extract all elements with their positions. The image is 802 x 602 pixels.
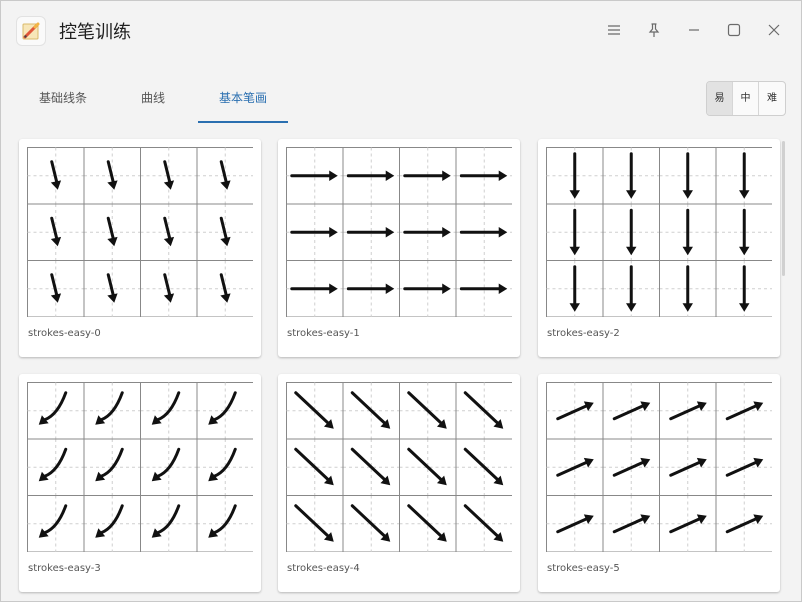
card-label: strokes-easy-0 xyxy=(28,328,101,339)
tab-basic-strokes[interactable]: 基本笔画 xyxy=(198,79,288,123)
difficulty-toggle: 易 中 难 xyxy=(706,81,786,116)
tab-curves[interactable]: 曲线 xyxy=(115,79,191,123)
card-label: strokes-easy-4 xyxy=(287,563,360,574)
stroke-preview xyxy=(546,382,772,552)
practice-card[interactable]: strokes-easy-1 xyxy=(278,139,520,357)
pin-icon xyxy=(648,23,660,37)
card-label: strokes-easy-3 xyxy=(28,563,101,574)
stroke-preview xyxy=(27,382,253,552)
practice-card[interactable]: strokes-easy-0 xyxy=(19,139,261,357)
menu-button[interactable] xyxy=(598,15,630,45)
difficulty-hard-button[interactable]: 难 xyxy=(759,82,785,115)
practice-card[interactable]: strokes-easy-5 xyxy=(538,374,780,592)
minimize-button[interactable] xyxy=(678,15,710,45)
app-window: 控笔训练 基础线条 曲线 基本笔画 易 中 难 strokes-easy-0 s… xyxy=(0,0,802,602)
pin-button[interactable] xyxy=(638,15,670,45)
title-bar: 控笔训练 xyxy=(1,1,801,61)
pencil-paper-icon xyxy=(17,17,45,45)
tab-basic-lines[interactable]: 基础线条 xyxy=(19,79,107,123)
stroke-preview xyxy=(286,147,512,317)
difficulty-medium-button[interactable]: 中 xyxy=(733,82,759,115)
maximize-button[interactable] xyxy=(718,15,750,45)
practice-sheet-grid: strokes-easy-0 strokes-easy-1 strokes-ea… xyxy=(1,123,791,601)
card-label: strokes-easy-2 xyxy=(547,328,620,339)
stroke-preview xyxy=(546,147,772,317)
minimize-icon xyxy=(689,29,699,31)
app-title: 控笔训练 xyxy=(59,22,131,43)
stroke-preview xyxy=(286,382,512,552)
scrollbar-thumb[interactable] xyxy=(782,141,785,276)
difficulty-easy-button[interactable]: 易 xyxy=(707,82,733,115)
practice-card[interactable]: strokes-easy-3 xyxy=(19,374,261,592)
close-button[interactable] xyxy=(758,15,790,45)
practice-card[interactable]: strokes-easy-2 xyxy=(538,139,780,357)
menu-icon xyxy=(608,25,620,35)
card-label: strokes-easy-1 xyxy=(287,328,360,339)
stroke-preview xyxy=(27,147,253,317)
maximize-icon xyxy=(727,23,741,37)
close-icon xyxy=(768,24,780,36)
card-label: strokes-easy-5 xyxy=(547,563,620,574)
practice-card[interactable]: strokes-easy-4 xyxy=(278,374,520,592)
